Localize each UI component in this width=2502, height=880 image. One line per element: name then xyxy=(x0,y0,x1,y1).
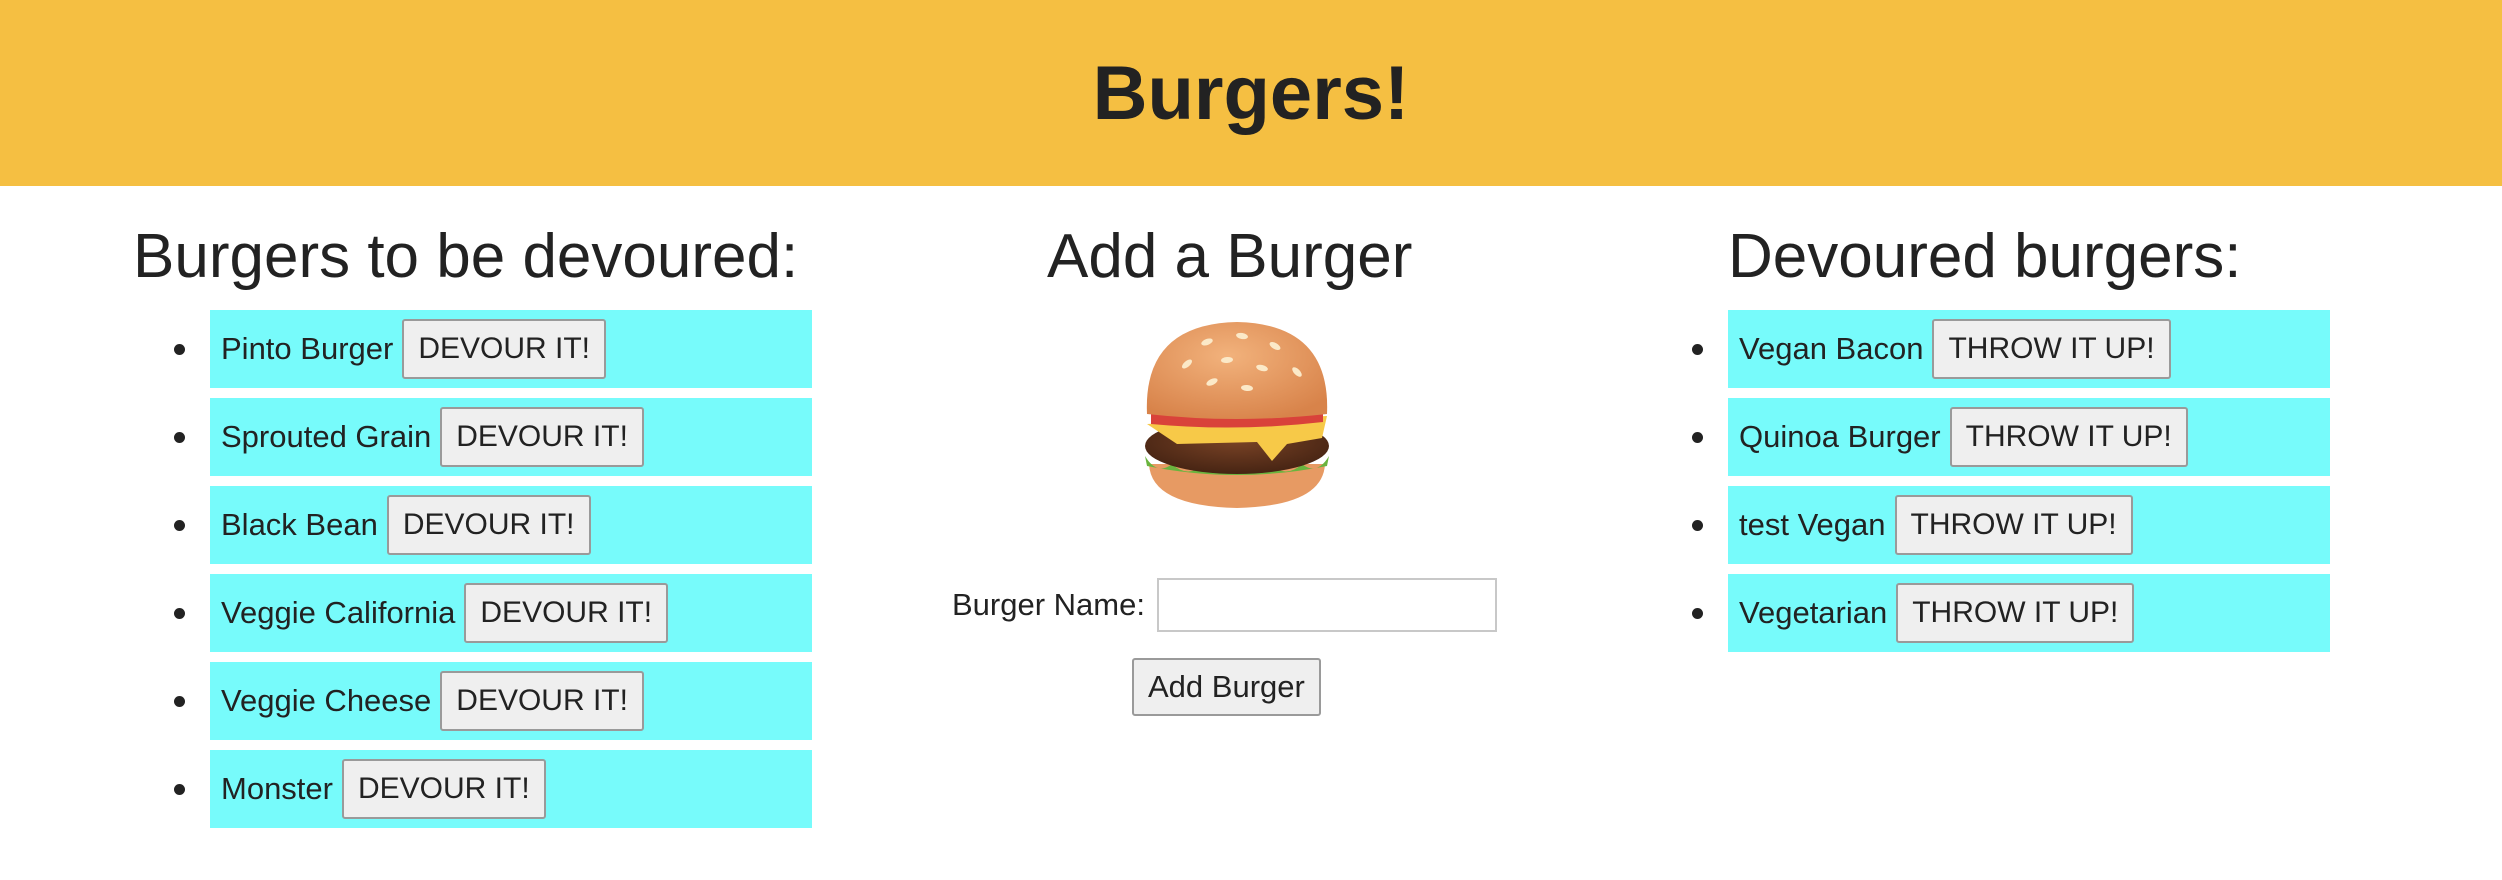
devour-button[interactable]: DEVOUR IT! xyxy=(440,407,644,467)
throw-up-button[interactable]: THROW IT UP! xyxy=(1949,407,2188,467)
add-burger-button[interactable]: Add Burger xyxy=(1132,658,1321,716)
list-item: Quinoa Burger THROW IT UP! xyxy=(1692,398,2330,476)
bullet xyxy=(174,784,185,795)
list-item: Vegetarian THROW IT UP! xyxy=(1692,574,2330,652)
throw-up-button[interactable]: THROW IT UP! xyxy=(1896,583,2135,643)
list-item: Black Bean DEVOUR IT! xyxy=(174,486,812,564)
burger-name: Veggie California xyxy=(221,595,456,630)
list-item: Vegan Bacon THROW IT UP! xyxy=(1692,310,2330,388)
burger-form: Burger Name: xyxy=(952,578,1497,632)
list-item: Pinto Burger DEVOUR IT! xyxy=(174,310,812,388)
throw-up-button[interactable]: THROW IT UP! xyxy=(1894,495,2133,555)
bullet xyxy=(1692,432,1703,443)
bullet xyxy=(174,696,185,707)
burger-name: test Vegan xyxy=(1739,507,1886,542)
bullet xyxy=(1692,344,1703,355)
add-burger-heading: Add a Burger xyxy=(1047,222,1413,291)
devoured-heading: Devoured burgers: xyxy=(1728,222,2242,291)
bullet xyxy=(1692,608,1703,619)
list-item: Sprouted Grain DEVOUR IT! xyxy=(174,398,812,476)
throw-up-button[interactable]: THROW IT UP! xyxy=(1932,319,2171,379)
devour-button[interactable]: DEVOUR IT! xyxy=(386,495,591,555)
burger-name: Veggie Cheese xyxy=(221,683,432,718)
bullet xyxy=(174,344,185,355)
to-devour-list: Pinto Burger DEVOUR IT! Sprouted Grain DEV… xyxy=(174,310,812,838)
bullet xyxy=(174,432,185,443)
burger-name: Pinto Burger xyxy=(221,331,394,366)
page-title: Burgers! xyxy=(1092,50,1410,136)
hamburger-icon xyxy=(1145,322,1329,508)
burger-name: Quinoa Burger xyxy=(1739,419,1941,454)
bullet xyxy=(174,608,185,619)
burger-name-input[interactable] xyxy=(1156,578,1497,632)
devour-button[interactable]: DEVOUR IT! xyxy=(464,583,669,643)
devour-button[interactable]: DEVOUR IT! xyxy=(440,671,644,731)
list-item: Veggie Cheese DEVOUR IT! xyxy=(174,662,812,740)
page-header: Burgers! xyxy=(0,0,2502,186)
list-item: Veggie California DEVOUR IT! xyxy=(174,574,812,652)
burger-name: Vegetarian xyxy=(1739,595,1888,630)
burger-name: Monster xyxy=(221,771,333,806)
list-item: Monster DEVOUR IT! xyxy=(174,750,812,828)
burger-name: Vegan Bacon xyxy=(1739,331,1924,366)
burger-name-label: Burger Name: xyxy=(952,587,1145,622)
devoured-list: Vegan Bacon THROW IT UP! Quinoa Burger THR… xyxy=(1692,310,2330,662)
list-item: test Vegan THROW IT UP! xyxy=(1692,486,2330,564)
bullet xyxy=(1692,520,1703,531)
devour-button[interactable]: DEVOUR IT! xyxy=(402,319,607,379)
burger-name: Sprouted Grain xyxy=(221,419,432,454)
bullet xyxy=(174,520,185,531)
to-devour-heading: Burgers to be devoured: xyxy=(133,222,799,291)
burger-name: Black Bean xyxy=(221,507,378,542)
devour-button[interactable]: DEVOUR IT! xyxy=(341,759,546,819)
